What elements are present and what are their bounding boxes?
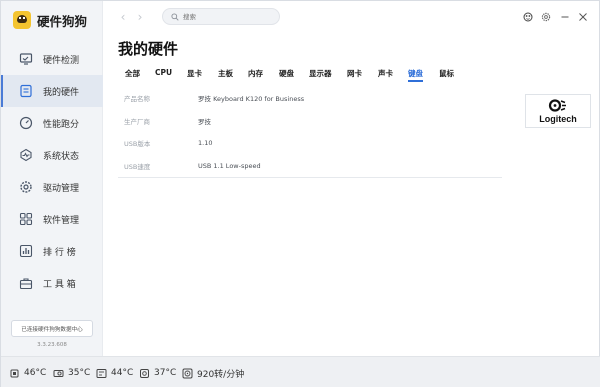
disk-temperature: 37°C [139,367,176,379]
disk-temp-value: 37°C [154,368,177,378]
page-title: 我的硬件 [118,40,179,58]
search-icon [171,12,179,21]
sidebar-item-label: 性能跑分 [43,119,80,130]
property-row: USB版本 1.10 [118,132,503,155]
gpu-temperature: 35°C [53,367,90,379]
property-row: 产品名称 罗技 Keyboard K120 for Business [118,87,503,110]
divider [118,177,502,178]
app-name: 硬件狗狗 [37,13,88,29]
cpu-temp-value: 46°C [24,368,47,378]
tab-audio[interactable]: 声卡 [378,68,393,79]
tab-motherboard[interactable]: 主板 [218,68,233,79]
dog-logo-icon [13,11,31,29]
property-key: 产品名称 [124,95,150,104]
property-key: USB速度 [124,162,151,171]
tab-all[interactable]: 全部 [125,68,140,79]
sidebar-item-my-hardware[interactable]: 我的硬件 [1,75,103,107]
top-bar: ‹ › [103,1,599,33]
tab-cpu[interactable]: CPU [155,68,172,77]
fan-speed-value: 920转/分钟 [197,369,245,380]
search-box[interactable] [162,8,280,25]
sidebar-item-software-manager[interactable]: 软件管理 [1,203,103,235]
fan-icon [182,368,193,379]
fan-speed: 920转/分钟 [182,367,245,380]
skin-icon[interactable] [522,11,533,22]
pulse-icon [19,148,33,162]
minimize-icon[interactable] [559,11,570,22]
sidebar-item-toolbox[interactable]: 工 具 箱 [1,267,103,299]
tab-monitor[interactable]: 显示器 [309,68,332,79]
app-version: 3.3.23.608 [37,342,67,348]
board-temperature: 44°C [96,367,133,379]
board-temp-icon [96,368,107,379]
apps-grid-icon [19,212,33,226]
board-temp-value: 44°C [111,368,134,378]
settings-gear-icon[interactable] [540,11,551,22]
property-value: 罗技 Keyboard K120 for Business [198,95,305,104]
ranking-icon [19,244,33,258]
brand-logo-text: Logitech [539,114,577,124]
toolbox-icon [19,276,33,290]
sidebar-item-label: 软件管理 [43,215,80,226]
app-brand: 硬件狗狗 [13,10,87,30]
back-arrow-icon[interactable]: ‹ [117,10,129,24]
property-row: 生产厂商 罗技 [118,110,503,133]
tab-mouse[interactable]: 鼠标 [439,68,454,79]
sidebar-item-label: 我的硬件 [43,87,80,98]
property-row: USB速度 USB 1.1 Low-speed [118,155,503,178]
search-input[interactable] [183,12,273,21]
forward-arrow-icon[interactable]: › [134,10,146,24]
gear-icon [19,180,33,194]
property-key: 生产厂商 [124,117,150,126]
tab-gpu[interactable]: 显卡 [187,68,202,79]
sidebar-item-benchmark[interactable]: 性能跑分 [1,107,103,139]
my-hardware-icon [19,84,33,98]
property-key: USB版本 [124,140,151,149]
app-window: 硬件狗狗 硬件检测 我的硬件 性能跑分 系统状态 驱动管理 软件管理 排 行 榜… [0,0,600,387]
close-icon[interactable] [577,11,588,22]
monitor-icon [19,52,33,66]
data-center-button[interactable]: 已连接硬件狗狗数据中心 [11,320,93,337]
property-value: 罗技 [198,117,211,126]
tab-memory[interactable]: 内存 [248,68,263,79]
sidebar-item-driver-manager[interactable]: 驱动管理 [1,171,103,203]
sidebar-item-ranking[interactable]: 排 行 榜 [1,235,103,267]
gpu-temp-value: 35°C [68,368,91,378]
sidebar-item-system-status[interactable]: 系统状态 [1,139,103,171]
sidebar: 硬件狗狗 硬件检测 我的硬件 性能跑分 系统状态 驱动管理 软件管理 排 行 榜… [1,1,103,356]
status-bar: 46°C 35°C 44°C 37°C 920转/分钟 [1,356,600,387]
gpu-temp-icon [53,368,64,379]
speedometer-icon [19,116,33,130]
sidebar-item-label: 排 行 榜 [43,247,76,258]
tab-network[interactable]: 网卡 [347,68,362,79]
disk-temp-icon [139,368,150,379]
property-value: USB 1.1 Low-speed [198,161,261,170]
property-value: 1.10 [198,139,213,148]
tab-disk[interactable]: 硬盘 [279,68,294,79]
tab-keyboard[interactable]: 键盘 [408,68,423,82]
sidebar-item-label: 驱动管理 [43,183,80,194]
sidebar-item-label: 硬件检测 [43,55,80,66]
cpu-temperature: 46°C [9,367,46,379]
logitech-logo-icon [548,99,566,112]
cpu-temp-icon [9,368,20,379]
sidebar-item-label: 工 具 箱 [43,279,76,290]
keyboard-properties: 产品名称 罗技 Keyboard K120 for Business 生产厂商 … [118,87,503,177]
brand-logo-card: Logitech [525,94,591,128]
sidebar-item-label: 系统状态 [43,151,80,162]
sidebar-nav: 硬件检测 我的硬件 性能跑分 系统状态 驱动管理 软件管理 排 行 榜 工 具 … [1,43,103,299]
sidebar-item-hardware-detect[interactable]: 硬件检测 [1,43,103,75]
